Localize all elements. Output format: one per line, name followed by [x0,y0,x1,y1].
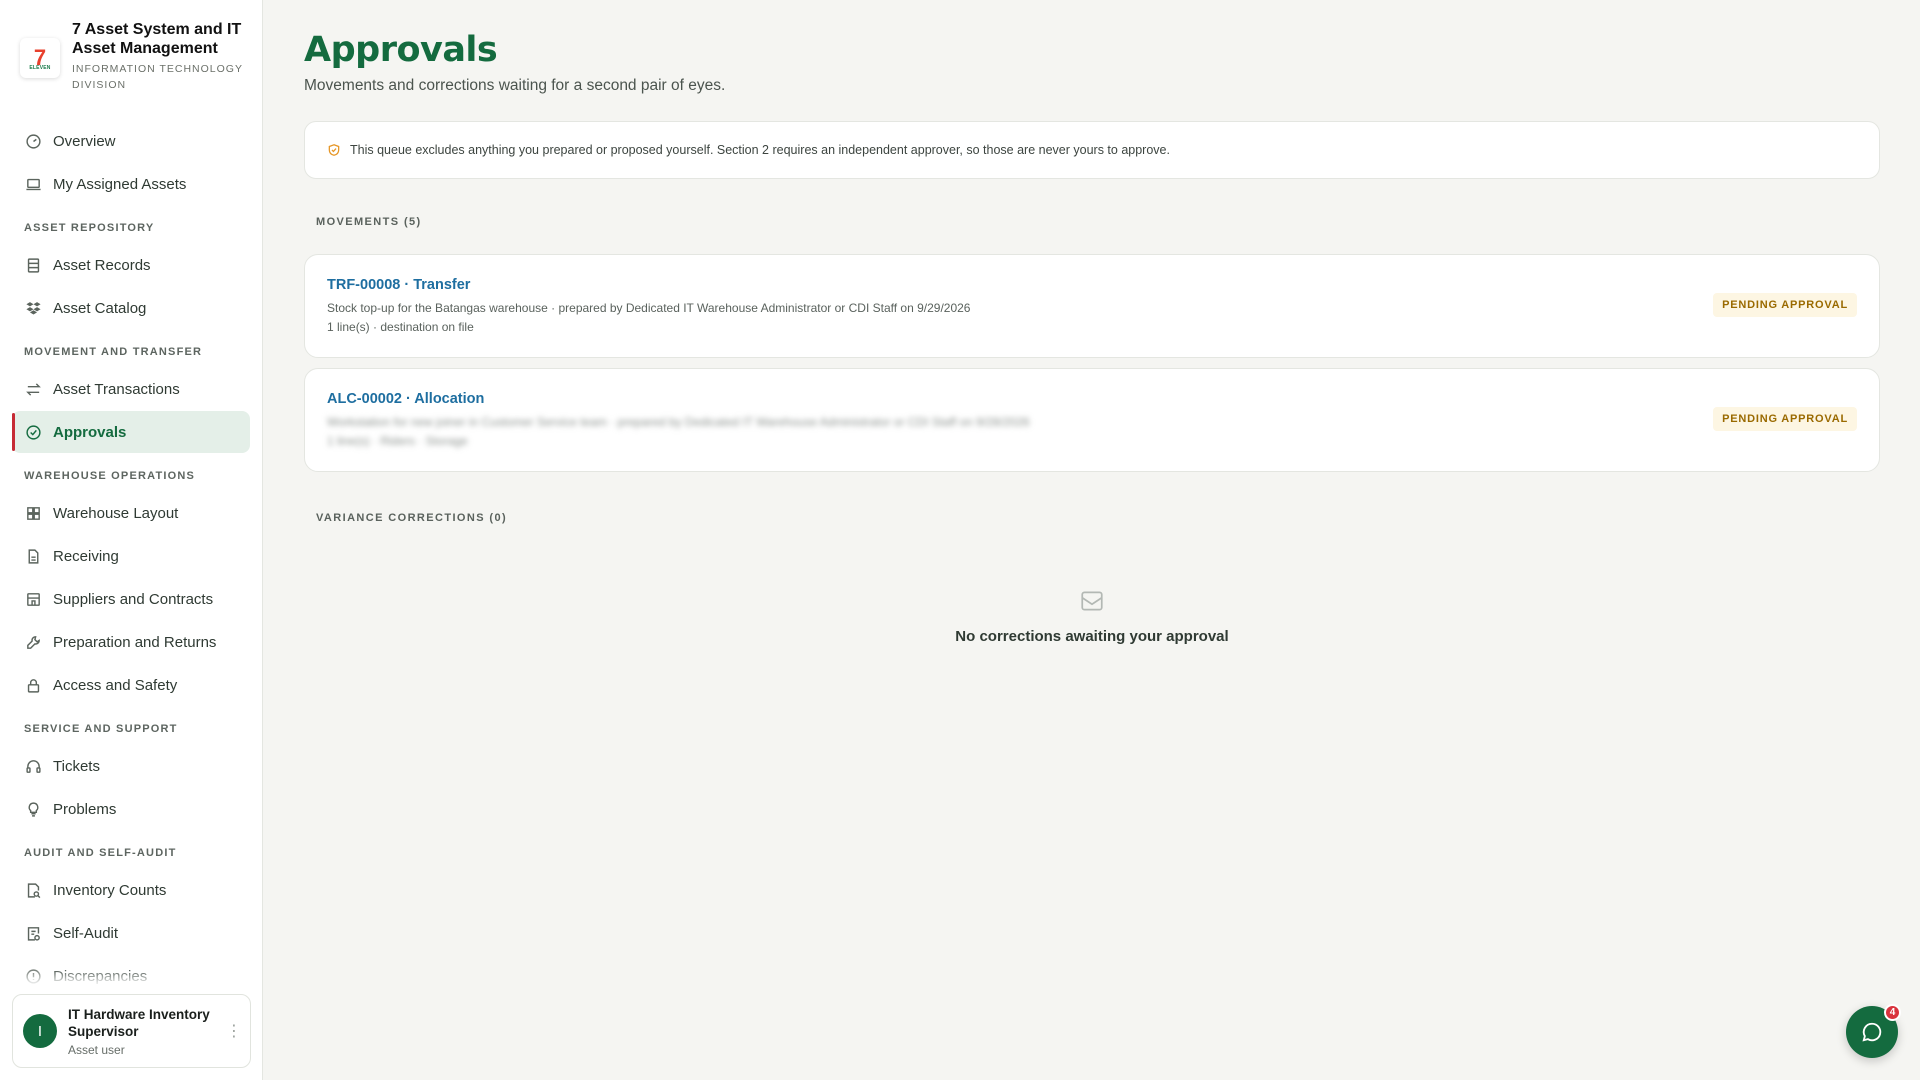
sidebar-item-tickets[interactable]: Tickets [12,745,250,787]
store-icon [24,590,42,608]
sidebar-item-label: Preparation and Returns [53,633,217,651]
search-doc-icon [24,881,42,899]
section-movement-and-transfer: MOVEMENT AND TRANSFER [24,346,203,358]
sidebar-item-label: Asset Catalog [53,299,147,317]
sidebar-item-suppliers-and-contracts[interactable]: Suppliers and Contracts [12,578,250,620]
sidebar-item-label: My Assigned Assets [53,175,187,193]
sidebar-item-label: Asset Records [53,256,151,274]
sidebar: 7 ELEVEN 7 Asset System and IT Asset Man… [0,0,263,1080]
sidebar-item-my-assigned-assets[interactable]: My Assigned Assets [12,163,250,205]
sidebar-item-asset-transactions[interactable]: Asset Transactions [12,368,250,410]
sidebar-item-label: Asset Transactions [53,380,180,398]
notice-text: This queue excludes anything you prepare… [350,143,1170,157]
movement-title[interactable]: TRF-00008 · Transfer [327,277,1857,293]
grid-icon [24,504,42,522]
sidebar-item-problems[interactable]: Problems [12,788,250,830]
sidebar-item-approvals[interactable]: Approvals [12,411,250,453]
movements-section-label: MOVEMENTS (5) [316,216,422,228]
dropbox-icon [24,299,42,317]
sidebar-item-warehouse-layout[interactable]: Warehouse Layout [12,492,250,534]
sidebar-item-inventory-counts[interactable]: Inventory Counts [12,869,250,911]
check-circle-icon [24,423,42,441]
sidebar-nav: Overview My Assigned Assets ASSET REPOSI… [0,104,262,997]
sidebar-item-access-and-safety[interactable]: Access and Safety [12,664,250,706]
inbox-icon [1079,588,1105,614]
movement-card[interactable]: TRF-00008 · Transfer Stock top-up for th… [304,254,1880,358]
movement-details: 1 line(s) · Riders · Storage [327,434,468,448]
empty-state: No corrections awaiting your approval [304,588,1880,645]
app-subtitle: INFORMATION TECHNOLOGY DIVISION [72,63,243,91]
variance-section-label: VARIANCE CORRECTIONS (0) [316,512,508,524]
movement-title[interactable]: ALC-00002 · Allocation [327,391,1857,407]
section-asset-repository: ASSET REPOSITORY [24,222,155,234]
section-service-and-support: SERVICE AND SUPPORT [24,723,178,735]
sidebar-item-discrepancies[interactable]: Discrepancies [12,955,250,997]
empty-state-text: No corrections awaiting your approval [955,628,1229,645]
sidebar-item-label: Receiving [53,547,119,565]
headset-icon [24,757,42,775]
sidebar-item-label: Access and Safety [53,676,178,694]
app-title: 7 Asset System and IT Asset Management [72,21,242,57]
info-notice: This queue excludes anything you prepare… [304,121,1880,179]
page-subtitle: Movements and corrections waiting for a … [304,77,726,94]
sidebar-item-receiving[interactable]: Receiving [12,535,250,577]
user-name: IT Hardware Inventory Supervisor [68,1006,210,1039]
status-badge: PENDING APPROVAL [1713,293,1857,317]
sidebar-item-self-audit[interactable]: Self-Audit [12,912,250,954]
shield-check-icon [327,143,341,157]
sidebar-item-asset-records[interactable]: Asset Records [12,244,250,286]
main-content: Approvals Movements and corrections wait… [264,0,1920,1080]
alert-icon [24,967,42,985]
section-warehouse-operations: WAREHOUSE OPERATIONS [24,470,196,482]
sidebar-item-label: Tickets [53,757,100,775]
sidebar-item-overview[interactable]: Overview [12,120,250,162]
sidebar-item-label: Self-Audit [53,924,119,942]
brand-header: 7 ELEVEN 7 Asset System and IT Asset Man… [0,0,262,104]
movement-description: Stock top-up for the Batangas warehouse … [327,301,971,315]
logo-eleven: ELEVEN [29,65,51,71]
more-options-icon[interactable]: ⋮ [226,1021,242,1041]
chat-button[interactable]: 4 [1846,1004,1901,1058]
arrows-icon [24,380,42,398]
movements-list: TRF-00008 · Transfer Stock top-up for th… [304,254,1880,472]
sidebar-item-label: Inventory Counts [53,881,167,899]
sidebar-item-label: Approvals [53,423,127,441]
records-icon [24,256,42,274]
chat-icon [1861,1021,1883,1043]
sidebar-item-preparation-and-returns[interactable]: Preparation and Returns [12,621,250,663]
page-title: Approvals [304,30,498,70]
lock-icon [24,676,42,694]
movement-card[interactable]: ALC-00002 · Allocation Workstation for n… [304,368,1880,472]
document-icon [24,547,42,565]
clipboard-icon [24,924,42,942]
wrench-icon [24,633,42,651]
user-role: Asset user [68,1042,125,1057]
brand-logo[interactable]: 7 ELEVEN [20,38,60,78]
sidebar-item-label: Overview [53,132,116,150]
notification-badge: 4 [1884,1004,1901,1021]
avatar: I [23,1014,57,1048]
sidebar-item-label: Warehouse Layout [53,504,179,522]
lightbulb-icon [24,800,42,818]
section-audit-and-self-audit: AUDIT AND SELF-AUDIT [24,847,177,859]
status-badge: PENDING APPROVAL [1713,407,1857,431]
sidebar-item-asset-catalog[interactable]: Asset Catalog [12,287,250,329]
movement-description: Workstation for new joiner in Customer S… [327,415,1030,429]
laptop-icon [24,175,42,193]
user-card[interactable]: I IT Hardware Inventory Supervisor Asset… [12,994,251,1068]
movement-details: 1 line(s) · destination on file [327,320,474,334]
sidebar-item-label: Problems [53,800,117,818]
gauge-icon [24,132,42,150]
sidebar-item-label: Discrepancies [53,967,148,985]
sidebar-item-label: Suppliers and Contracts [53,590,214,608]
